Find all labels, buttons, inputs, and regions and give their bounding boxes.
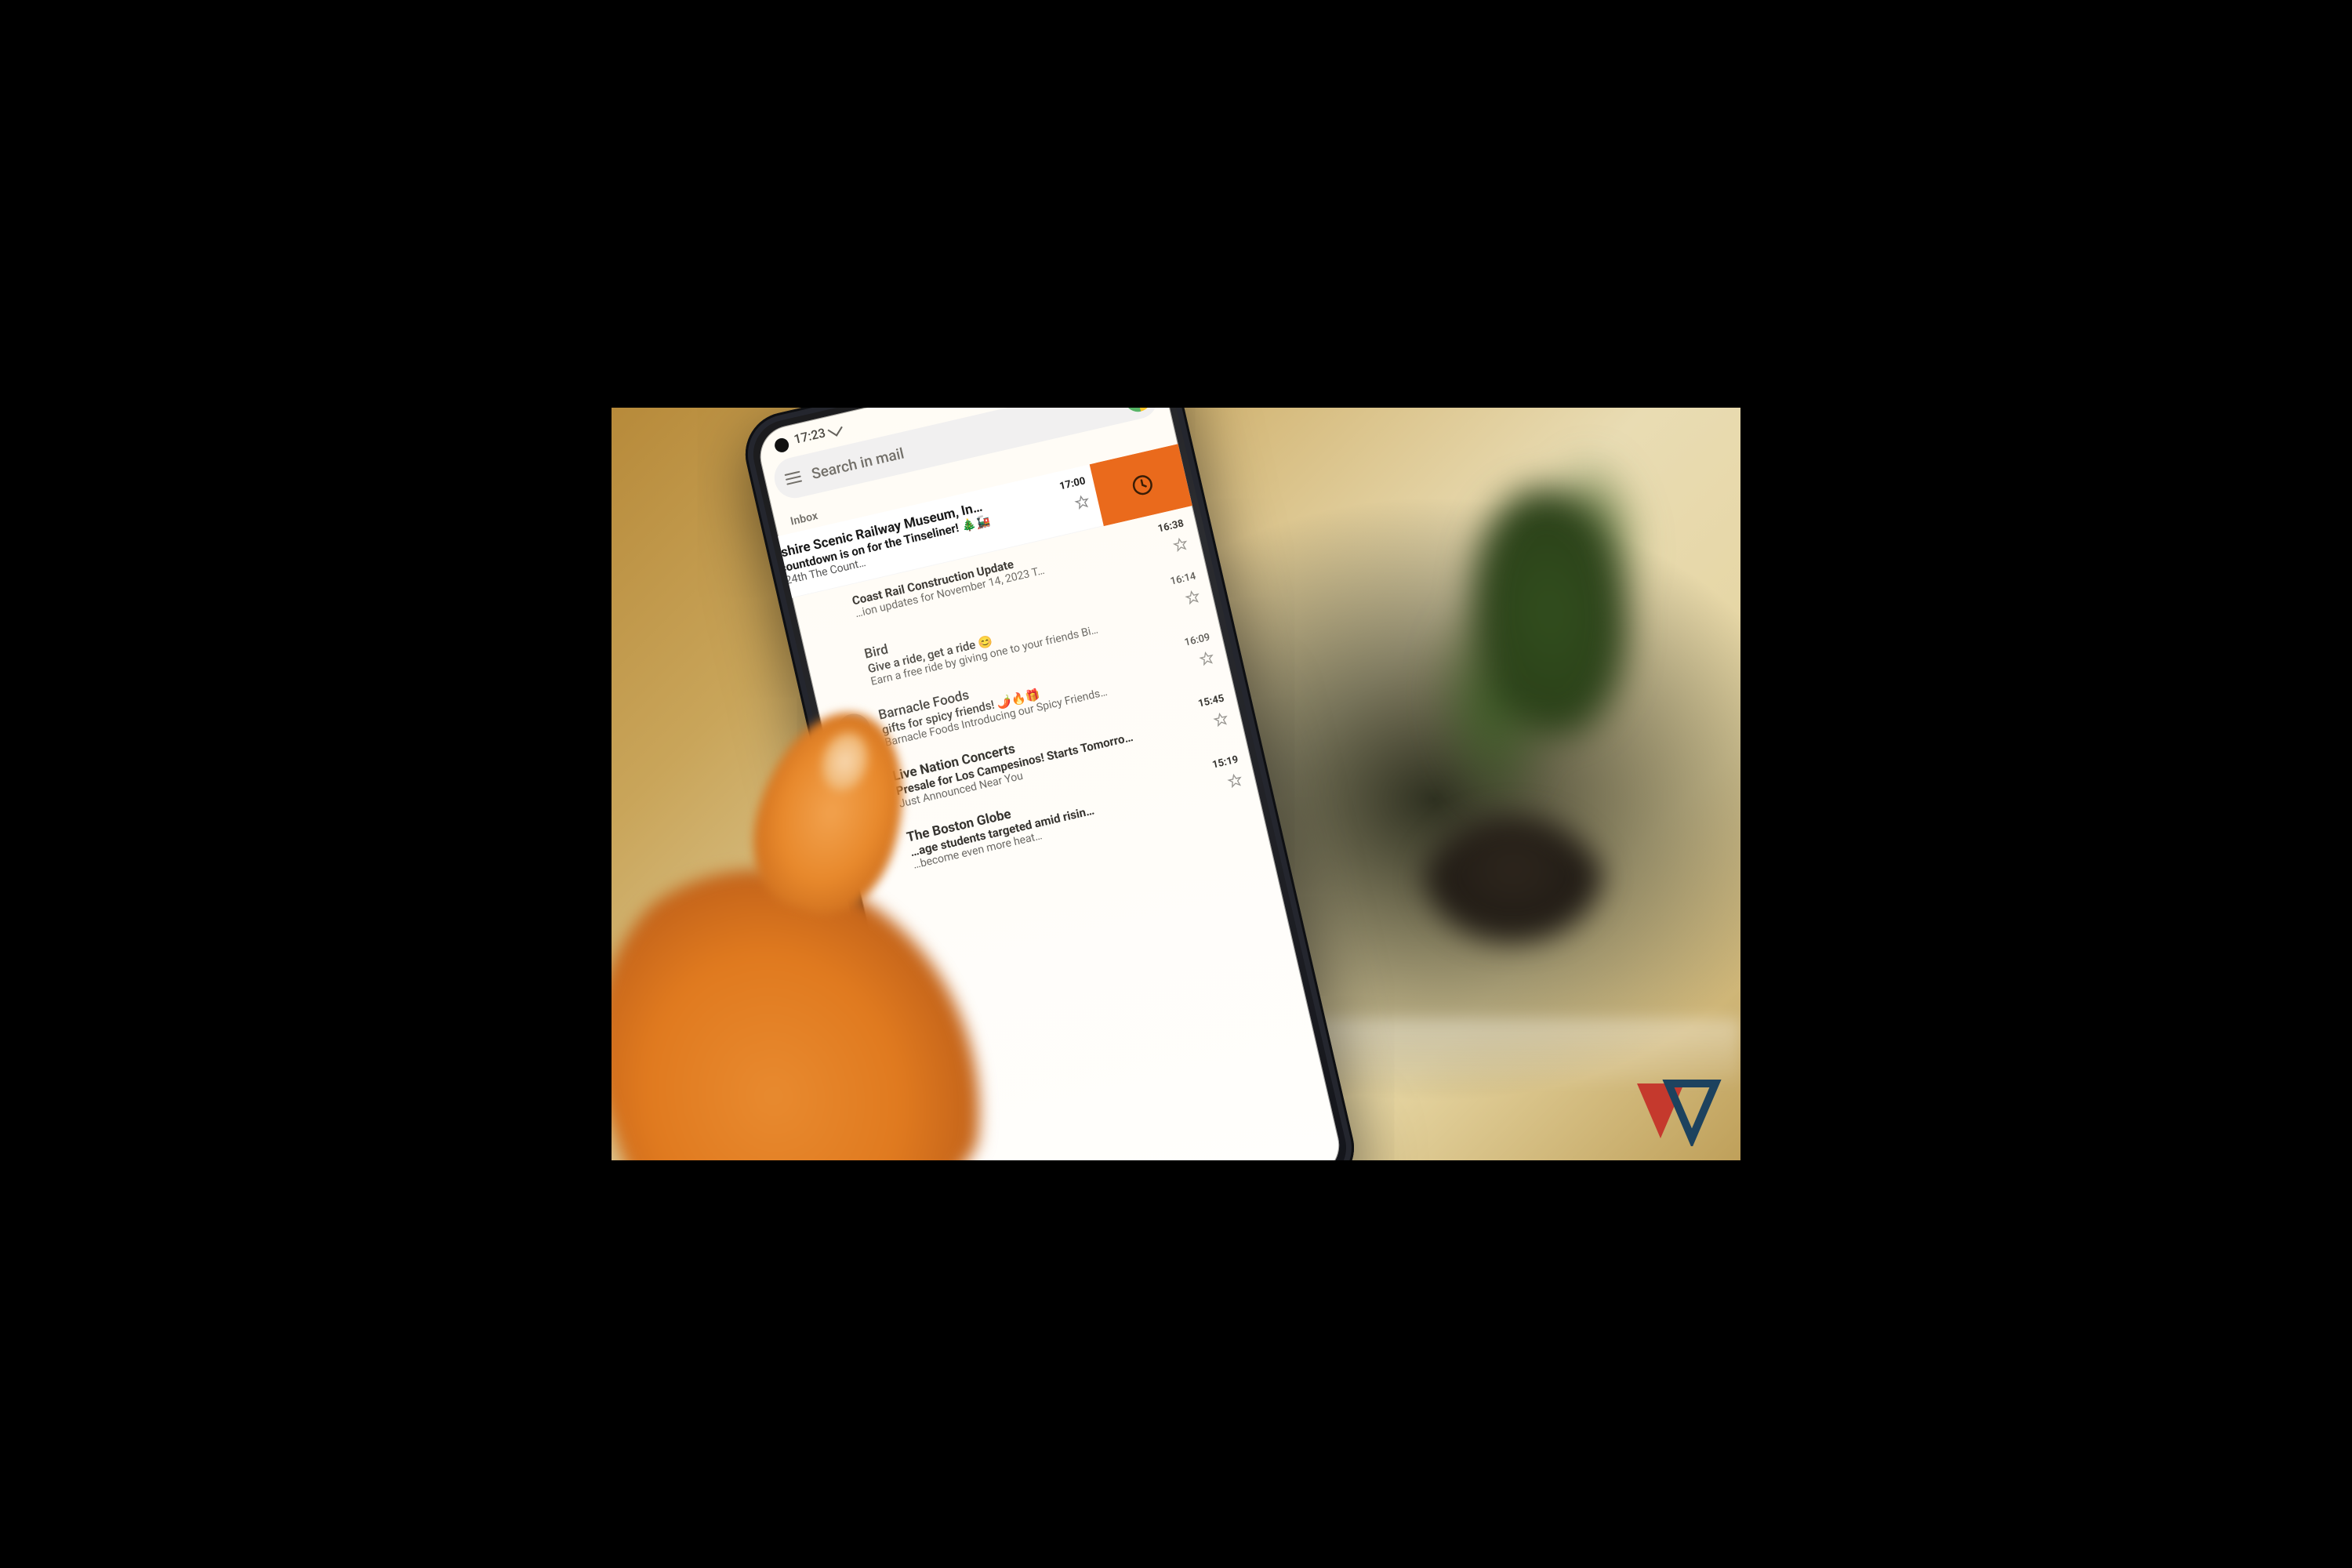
star-icon[interactable] [1225, 771, 1244, 790]
sender-avatar: L [848, 771, 887, 811]
email-time: 15:19 [1211, 753, 1240, 771]
photo-scene: 17:23 58% Search in mail Inbox [612, 408, 1740, 1160]
clock-icon [1128, 470, 1156, 499]
email-time: 16:14 [1169, 571, 1197, 588]
status-time: 17:23 [793, 425, 827, 447]
star-icon[interactable] [1183, 588, 1202, 607]
star-icon[interactable] [1073, 493, 1091, 512]
email-time: 17:00 [1058, 475, 1087, 492]
sender-avatar [834, 710, 873, 750]
person-icon [843, 719, 866, 742]
star-icon[interactable] [1197, 649, 1216, 668]
watermark-logo [1629, 1076, 1723, 1146]
menu-icon[interactable] [785, 471, 803, 485]
chevron-down-icon [827, 421, 842, 436]
star-icon[interactable] [1211, 710, 1230, 729]
email-time: 15:45 [1197, 693, 1225, 710]
star-icon[interactable] [1171, 535, 1190, 554]
account-avatar[interactable] [1122, 408, 1154, 415]
email-time: 16:38 [1156, 517, 1185, 535]
email-time: 16:09 [1183, 632, 1211, 649]
